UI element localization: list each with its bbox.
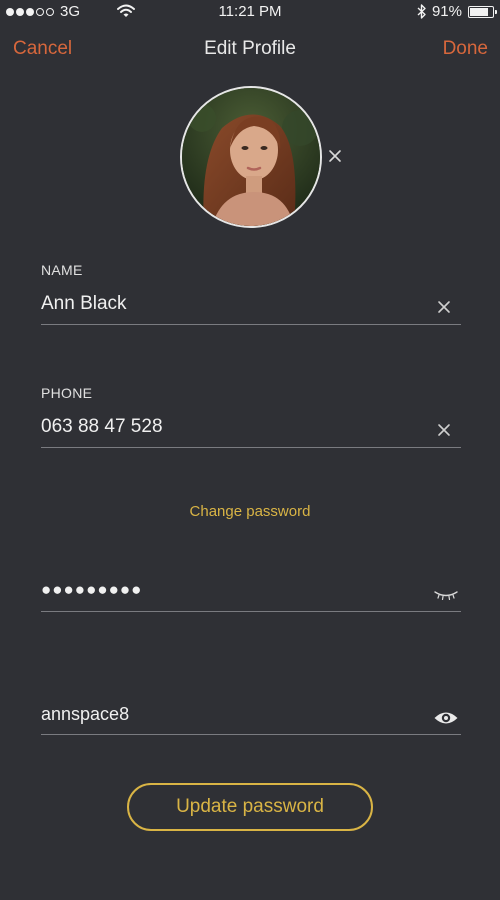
battery-percent: 91% bbox=[431, 3, 462, 20]
nav-bar: Cancel Edit Profile Done bbox=[0, 36, 500, 66]
name-underline bbox=[41, 324, 461, 325]
remove-photo-icon[interactable] bbox=[327, 148, 343, 164]
battery-fill bbox=[470, 7, 489, 16]
clear-name-icon[interactable] bbox=[436, 299, 452, 315]
eye-open-icon[interactable] bbox=[433, 710, 459, 726]
phone-underline bbox=[41, 447, 461, 448]
eye-closed-icon[interactable] bbox=[433, 590, 459, 600]
page-title: Edit Profile bbox=[204, 38, 296, 59]
status-bar: 3G 11:21 PM 91% bbox=[0, 0, 500, 24]
password-field[interactable]: ●●●●●●●●● bbox=[41, 580, 142, 600]
change-password-link[interactable]: Change password bbox=[0, 503, 500, 520]
password-underline bbox=[41, 611, 461, 612]
password-plain-underline bbox=[41, 734, 461, 735]
name-label: NAME bbox=[41, 262, 83, 278]
done-button[interactable]: Done bbox=[443, 38, 488, 60]
edit-profile-screen: 3G 11:21 PM 91% Cancel Edit Profile Done bbox=[0, 0, 500, 900]
password-plain-field[interactable]: annspace8 bbox=[41, 704, 129, 725]
phone-label: PHONE bbox=[41, 385, 93, 401]
avatar-portrait bbox=[182, 88, 320, 226]
clear-phone-icon[interactable] bbox=[436, 422, 452, 438]
update-password-button[interactable]: Update password bbox=[127, 783, 373, 831]
status-right: 91% bbox=[417, 3, 497, 20]
battery-icon bbox=[468, 5, 497, 18]
avatar[interactable] bbox=[180, 86, 322, 228]
name-field[interactable]: Ann Black bbox=[41, 293, 127, 315]
phone-field[interactable]: 063 88 47 528 bbox=[41, 416, 163, 438]
bluetooth-icon bbox=[417, 4, 426, 19]
